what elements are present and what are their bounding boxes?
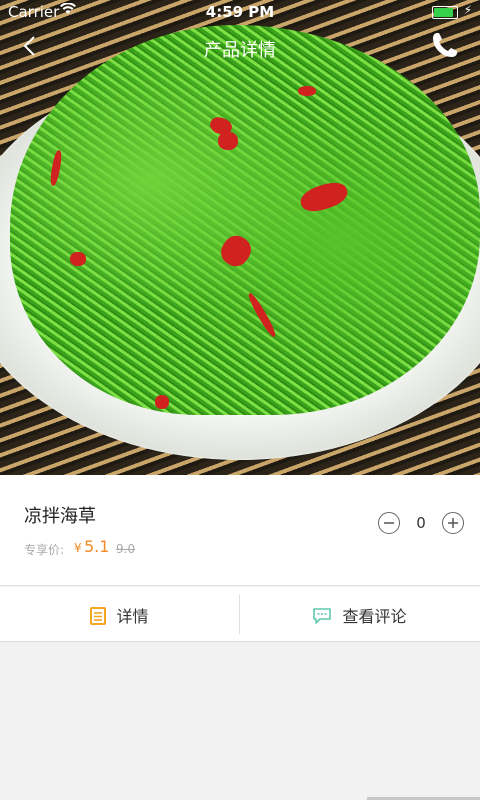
call-button[interactable] (428, 30, 460, 62)
currency-symbol: ¥ (74, 541, 82, 555)
plus-circle-icon (447, 517, 458, 528)
original-price: 9.0 (116, 542, 136, 556)
status-bar: Carrier 4:59 PM ⚡ (0, 0, 480, 24)
tab-details[interactable]: 详情 (0, 587, 239, 641)
phone-icon (433, 33, 457, 57)
quantity-value: 0 (416, 514, 426, 532)
page-title: 产品详情 (204, 40, 276, 61)
goji-berry (298, 86, 316, 96)
minus-circle-icon (383, 521, 394, 524)
detail-tabs: 详情 查看评论 (0, 587, 480, 642)
battery-icon (432, 6, 458, 19)
tab-content-area (0, 642, 480, 800)
product-name: 凉拌海草 (24, 506, 96, 527)
chat-bubble-icon (312, 607, 332, 629)
product-info-panel: 凉拌海草 专享价: ¥ 5.1 9.0 0 (0, 475, 480, 586)
battery-level (434, 8, 453, 17)
tab-reviews[interactable]: 查看评论 (240, 587, 479, 641)
product-image (0, 0, 480, 475)
document-icon (90, 607, 107, 629)
increment-button[interactable] (442, 512, 464, 534)
tab-reviews-label: 查看评论 (342, 607, 407, 626)
quantity-stepper: 0 (378, 512, 464, 536)
price-label: 专享价: (24, 543, 65, 557)
goji-berry (155, 395, 169, 409)
seaweed-salad (10, 25, 480, 415)
tab-details-label: 详情 (116, 607, 149, 626)
goji-berry (70, 252, 86, 266)
clock: 4:59 PM (205, 3, 275, 21)
decrement-button[interactable] (378, 512, 400, 534)
charging-icon: ⚡ (463, 3, 472, 17)
current-price: 5.1 (84, 537, 110, 556)
goji-berry (218, 132, 238, 150)
